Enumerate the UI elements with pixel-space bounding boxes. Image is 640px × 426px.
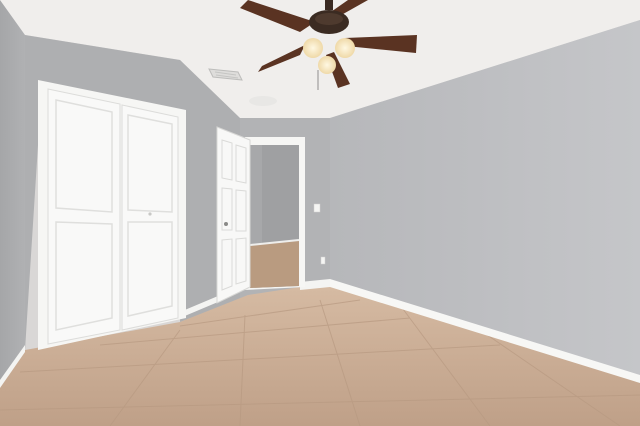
- smoke-detector-plate: [249, 96, 277, 106]
- left-wall: [0, 0, 25, 385]
- hallway-floor: [250, 240, 299, 288]
- outlet: [320, 256, 326, 265]
- open-door[interactable]: [216, 126, 251, 304]
- light-switch-icon[interactable]: [313, 203, 321, 213]
- closet-door-right[interactable]: [121, 104, 179, 331]
- hallway-wall: [262, 145, 299, 243]
- closet-door-left[interactable]: [47, 88, 121, 345]
- room-scene: [0, 0, 640, 426]
- fan-downrod: [325, 0, 333, 10]
- fan-light-globe: [303, 38, 323, 58]
- fan-light-globe: [318, 56, 336, 74]
- fan-light-globe: [335, 38, 355, 58]
- door-knob[interactable]: [224, 222, 228, 226]
- closet-door-knob[interactable]: [148, 212, 152, 216]
